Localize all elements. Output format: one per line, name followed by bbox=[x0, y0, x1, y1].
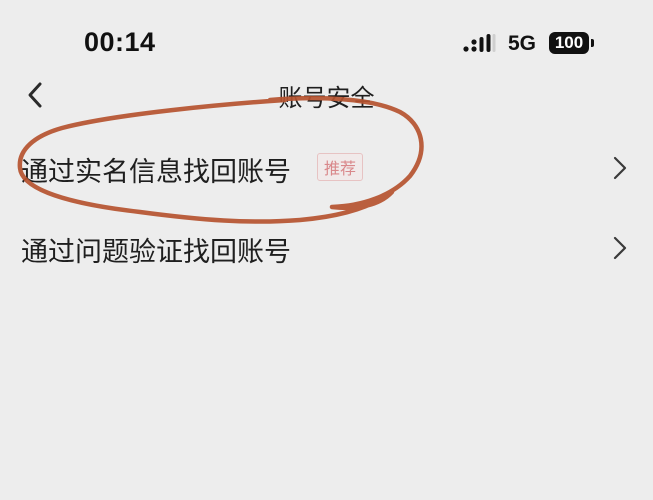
chevron-right-icon bbox=[613, 236, 627, 260]
option-label: 通过问题验证找回账号 bbox=[21, 237, 291, 268]
option-label: 通过实名信息找回账号 bbox=[21, 157, 291, 188]
network-type: 5G bbox=[508, 32, 537, 55]
nav-bar: 账号安全 bbox=[0, 72, 653, 116]
option-real-name-recovery[interactable]: 通过实名信息找回账号 推荐 bbox=[0, 128, 653, 208]
recommend-badge: 推荐 bbox=[317, 153, 364, 181]
recovery-option-list: 通过实名信息找回账号 推荐 通过问题验证找回账号 bbox=[0, 128, 653, 288]
battery-tip bbox=[591, 39, 594, 47]
status-time: 00:14 bbox=[84, 27, 156, 57]
option-question-recovery[interactable]: 通过问题验证找回账号 bbox=[0, 208, 653, 288]
battery-level: 100 bbox=[554, 33, 584, 52]
battery-icon: 100 bbox=[549, 32, 595, 54]
chevron-right-icon bbox=[613, 156, 627, 180]
signal-icon bbox=[463, 34, 496, 52]
status-bar: 00:14 5G 100 bbox=[0, 0, 653, 80]
page-title: 账号安全 bbox=[278, 84, 375, 112]
